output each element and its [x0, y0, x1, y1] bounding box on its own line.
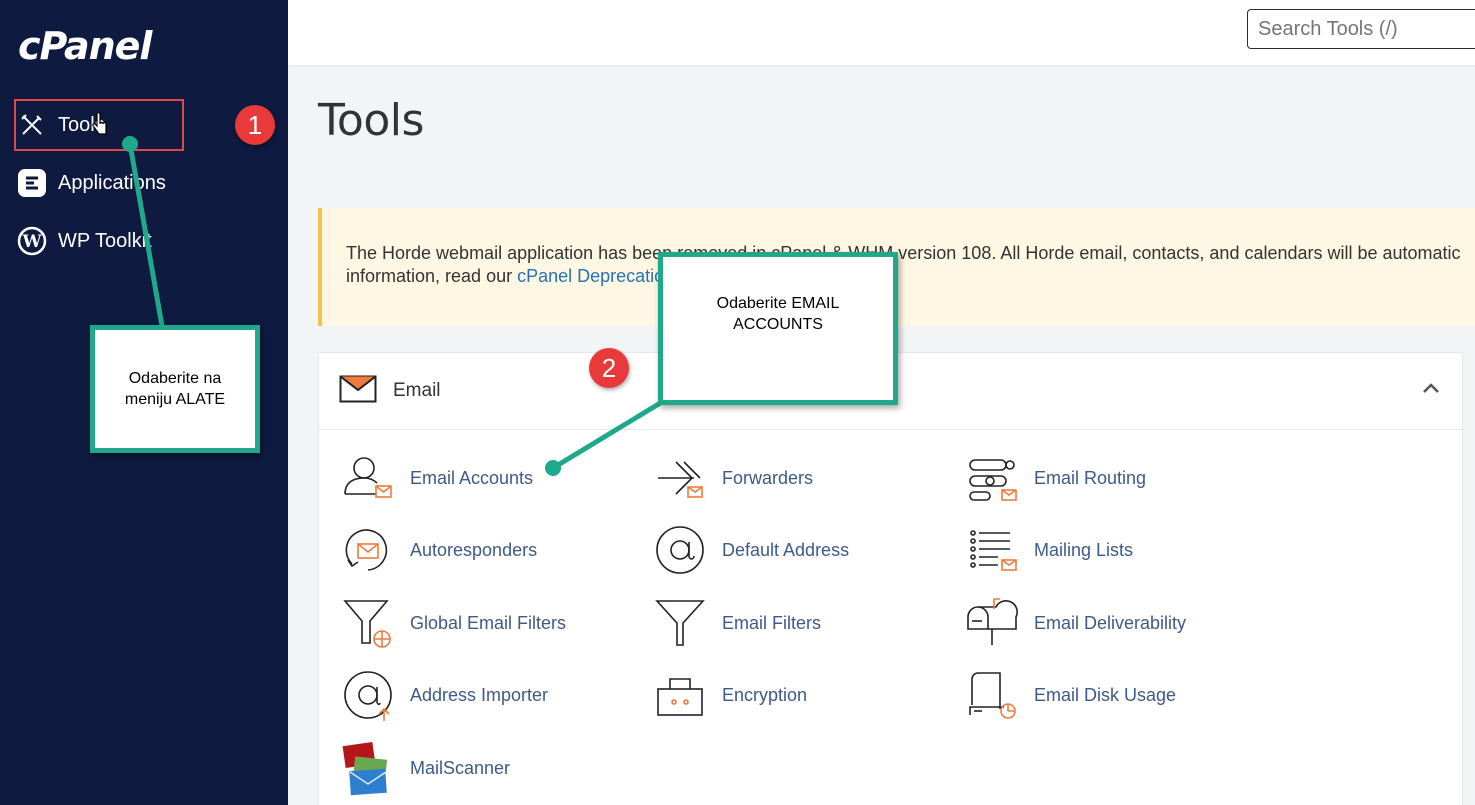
tool-label: Address Importer: [410, 684, 549, 705]
email-routing-icon: [964, 450, 1020, 506]
tool-label: Global Email Filters: [410, 612, 567, 633]
sidebar-item-label: WP Toolkit: [58, 229, 152, 252]
tool-label: Autoresponders: [410, 539, 538, 560]
default-address-icon: [652, 522, 708, 578]
tool-label: MailScanner: [410, 757, 511, 778]
tool-label: Email Deliverability: [1034, 612, 1187, 633]
envelope-icon: [339, 375, 377, 408]
callout-text: Odaberite EMAIL ACCOUNTS: [716, 294, 840, 333]
cpanel-logo[interactable]: cPanel: [18, 24, 152, 68]
mailscanner-icon: [340, 740, 396, 796]
tool-label: Forwarders: [722, 467, 814, 488]
deprecation-link[interactable]: cPanel Deprecation: [517, 266, 674, 286]
notice-text-line2: information, read our: [346, 266, 518, 286]
hand-cursor-icon: [92, 112, 107, 135]
sidebar-item-applications[interactable]: Applications: [16, 159, 266, 207]
email-panel-title: Email: [393, 380, 441, 401]
autoresponders-icon: [340, 522, 396, 578]
svg-text:W: W: [21, 232, 42, 252]
callout-text: Odaberite na meniju ALATE: [124, 370, 226, 408]
step-badge-2: 2: [589, 348, 629, 388]
applications-icon: [16, 167, 48, 199]
tool-label: Email Routing: [1034, 467, 1147, 488]
sidebar-item-label: Applications: [58, 171, 166, 194]
tool-email-disk-usage[interactable]: Email Disk Usage: [964, 667, 1176, 723]
mailing-lists-icon: [964, 522, 1020, 578]
email-accounts-icon: [340, 450, 396, 506]
page-title: Tools: [318, 95, 424, 146]
callout-select-tools: Odaberite na meniju ALATE: [90, 325, 260, 453]
tool-label: Encryption: [722, 684, 808, 705]
tool-autoresponders[interactable]: Autoresponders: [340, 522, 537, 578]
tool-email-routing[interactable]: Email Routing: [964, 450, 1146, 506]
tool-mailscanner[interactable]: MailScanner: [340, 740, 510, 796]
tool-label: Mailing Lists: [1034, 539, 1134, 560]
address-importer-icon: [340, 667, 396, 723]
tool-label: Email Disk Usage: [1034, 684, 1177, 705]
tool-label: Email Accounts: [410, 467, 534, 488]
sidebar-item-wp-toolkit[interactable]: W WP Toolkit: [16, 217, 266, 265]
forwarders-icon: [652, 450, 708, 506]
encryption-icon: [652, 667, 708, 723]
tool-global-email-filters[interactable]: Global Email Filters: [340, 595, 566, 651]
tool-label: Default Address: [722, 539, 850, 560]
tool-encryption[interactable]: Encryption: [652, 667, 807, 723]
search-input[interactable]: [1247, 9, 1475, 49]
global-email-filters-icon: [340, 595, 396, 651]
tool-email-deliverability[interactable]: Email Deliverability: [964, 595, 1186, 651]
tool-mailing-lists[interactable]: Mailing Lists: [964, 522, 1133, 578]
tool-label: Email Filters: [722, 612, 822, 633]
tool-default-address[interactable]: Default Address: [652, 522, 849, 578]
callout-select-email-accounts: Odaberite EMAIL ACCOUNTS: [658, 252, 898, 405]
email-panel: Email: [318, 352, 1463, 805]
email-deliverability-icon: [964, 595, 1020, 651]
step-badge-1: 1: [235, 105, 275, 145]
tool-forwarders[interactable]: Forwarders: [652, 450, 813, 506]
notice-text: The Horde webmail application has been r…: [346, 243, 1461, 263]
email-disk-usage-icon: [964, 667, 1020, 723]
chevron-up-icon[interactable]: [1422, 381, 1440, 399]
email-filters-icon: [652, 595, 708, 651]
tool-address-importer[interactable]: Address Importer: [340, 667, 548, 723]
wordpress-icon: W: [16, 225, 48, 257]
tool-email-accounts[interactable]: Email Accounts: [340, 450, 533, 506]
tool-email-filters[interactable]: Email Filters: [652, 595, 821, 651]
